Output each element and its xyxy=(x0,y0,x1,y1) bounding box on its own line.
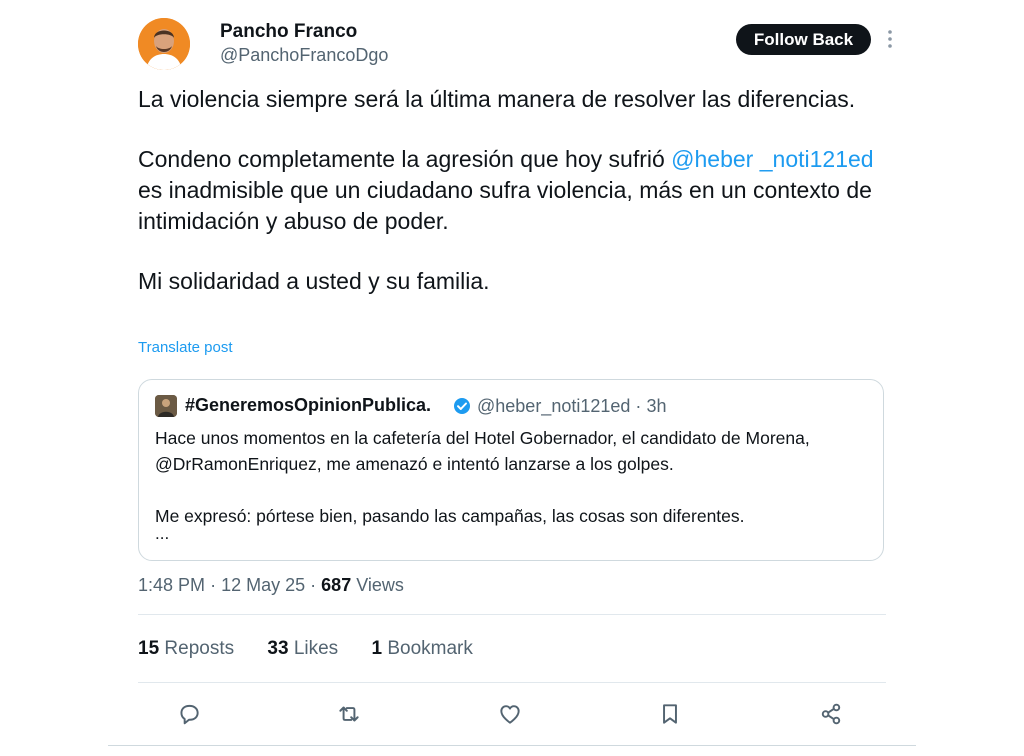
translate-post-link[interactable]: Translate post xyxy=(138,339,233,356)
divider xyxy=(138,614,886,615)
reply-icon[interactable] xyxy=(172,697,206,731)
meta-separator: · xyxy=(310,575,317,595)
post-meta: 1:48 PM · 12 May 25 · 687 Views xyxy=(138,575,404,596)
repost-icon[interactable] xyxy=(332,697,366,731)
quoted-author-handle[interactable]: @heber_noti121ed xyxy=(477,396,630,416)
likes-stat[interactable]: 33 Likes xyxy=(267,638,338,660)
post-paragraph-1: La violencia siempre será la última mane… xyxy=(138,86,856,112)
post-paragraph-2-end: es inadmisible que un ciudadano sufra vi… xyxy=(138,177,872,234)
share-icon[interactable] xyxy=(814,697,848,731)
bookmark-icon[interactable] xyxy=(653,697,687,731)
engagement-stats: 15 Reposts 33 Likes 1 Bookmark xyxy=(138,638,501,660)
reposts-count: 15 xyxy=(138,638,160,659)
views-count: 687 xyxy=(321,575,352,595)
author-name[interactable]: Pancho Franco xyxy=(220,21,357,43)
post-paragraph-3: Mi solidaridad a usted y su familia. xyxy=(138,268,490,294)
reposts-label: Reposts xyxy=(164,638,235,659)
quoted-post[interactable]: #GeneremosOpinionPublica. @heber_noti121… xyxy=(138,379,884,561)
quoted-post-text: Hace unos momentos en la cafetería del H… xyxy=(155,425,855,529)
meta-separator: · xyxy=(635,396,642,416)
post-paragraph-2: Condeno completamente la agresión que ho… xyxy=(138,144,898,237)
verified-badge-icon xyxy=(453,397,471,415)
post-text: La violencia siempre será la última mane… xyxy=(138,84,898,297)
post-card: Pancho Franco @PanchoFrancoDgo Follow Ba… xyxy=(108,0,916,746)
mention-link[interactable]: @heber _noti121ed xyxy=(671,146,873,172)
views-label: Views xyxy=(356,575,404,595)
divider xyxy=(138,682,886,683)
quoted-author-name[interactable]: #GeneremosOpinionPublica. xyxy=(185,395,431,416)
post-paragraph-2-start: Condeno completamente la agresión que ho… xyxy=(138,146,672,172)
likes-count: 33 xyxy=(267,638,289,659)
like-icon[interactable] xyxy=(493,697,527,731)
bookmarks-stat[interactable]: 1 Bookmark xyxy=(371,638,472,660)
quoted-post-time: 3h xyxy=(646,396,667,416)
post-date[interactable]: 12 May 25 xyxy=(221,575,305,595)
reposts-stat[interactable]: 15 Reposts xyxy=(138,638,234,660)
more-vertical-icon[interactable] xyxy=(884,28,896,50)
quoted-paragraph-1: Hace unos momentos en la cafetería del H… xyxy=(155,428,810,474)
bookmarks-count: 1 xyxy=(371,638,383,659)
likes-label: Likes xyxy=(293,638,339,659)
meta-separator: · xyxy=(210,575,217,595)
follow-back-button[interactable]: Follow Back xyxy=(736,24,871,55)
bookmarks-label: Bookmark xyxy=(387,638,473,659)
author-handle[interactable]: @PanchoFrancoDgo xyxy=(220,45,388,66)
quoted-post-ellipsis: ... xyxy=(155,524,170,543)
quoted-author-meta: @heber_noti121ed · 3h xyxy=(477,396,666,417)
post-time[interactable]: 1:48 PM xyxy=(138,575,205,595)
author-avatar[interactable] xyxy=(138,18,190,70)
action-bar xyxy=(138,697,886,731)
quoted-paragraph-2: Me expresó: pórtese bien, pasando las ca… xyxy=(155,506,745,526)
quoted-author-avatar[interactable] xyxy=(155,395,177,417)
